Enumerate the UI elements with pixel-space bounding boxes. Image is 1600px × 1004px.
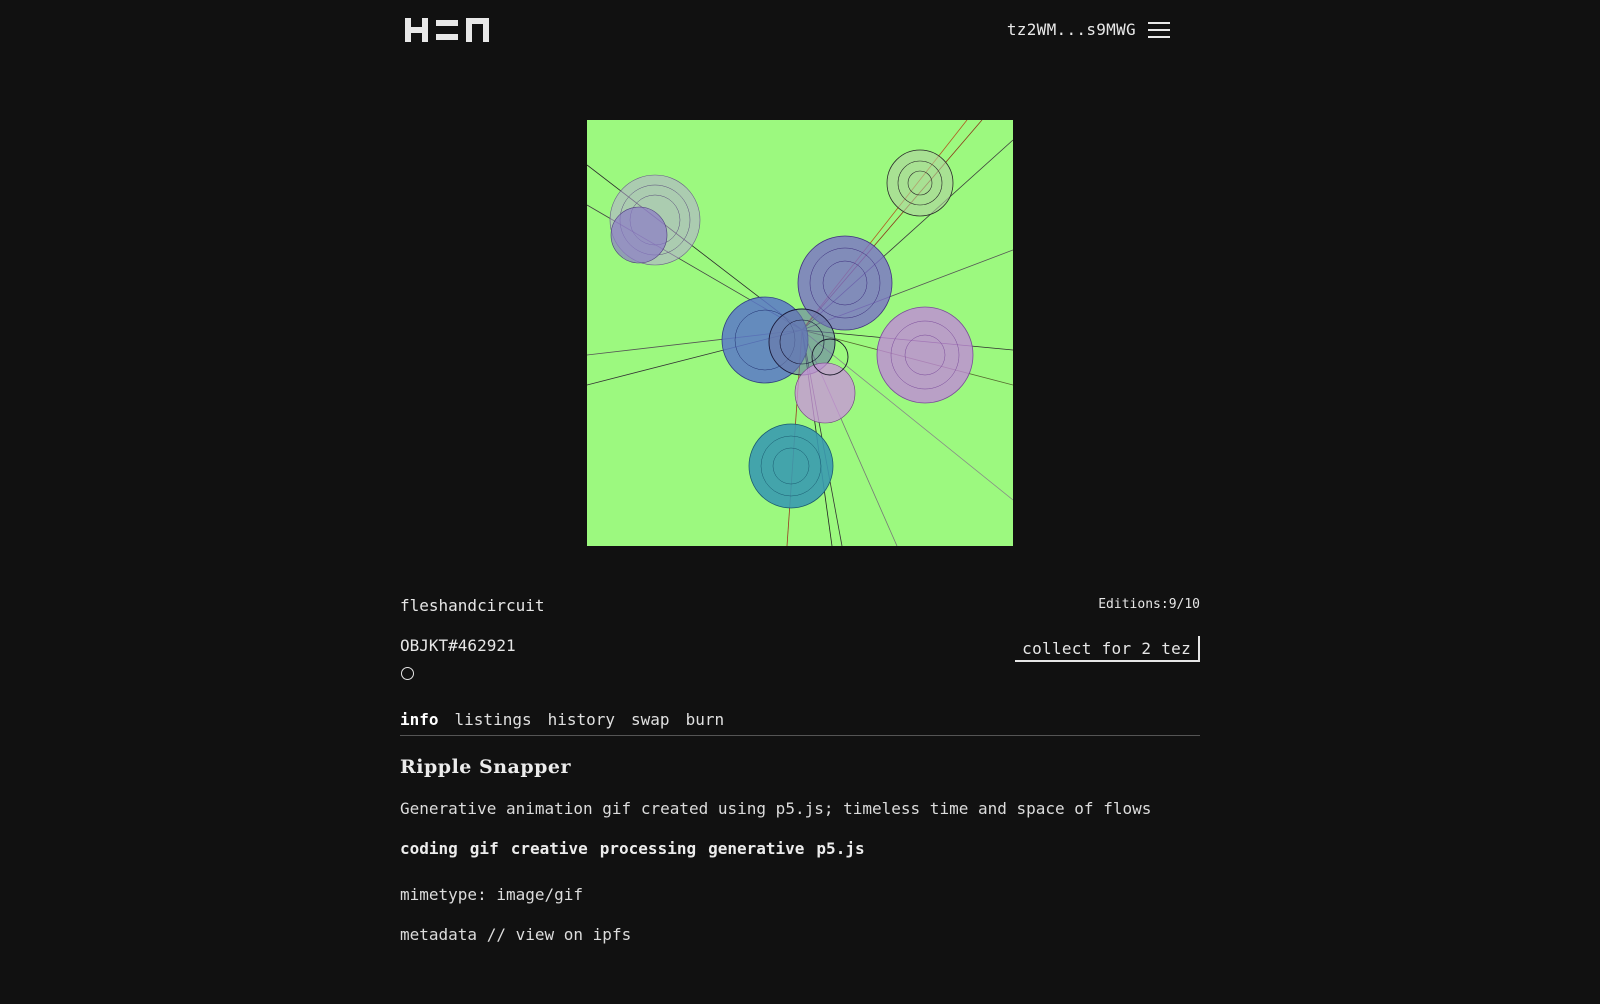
artwork-description: Generative animation gif created using p… [400,799,1152,818]
collect-button[interactable]: collect for 2 tez [1015,636,1200,662]
tag-list: coding gif creative processing generativ… [400,839,865,858]
editions-value: 9/10 [1168,597,1200,612]
metadata-link[interactable]: metadata [400,925,477,944]
tab-swap[interactable]: swap [631,710,670,735]
mimetype-info: mimetype: image/gif [400,885,583,904]
ipfs-link[interactable]: view on ipfs [516,925,632,944]
editions-count: Editions:9/10 [1098,597,1200,612]
hen-logo-icon[interactable] [405,18,489,42]
tab-listings[interactable]: listings [455,710,532,735]
page-container: tz2WM...s9MWG fleshandcircuit Editions:9… [400,0,1200,1004]
link-separator: // [486,925,506,944]
creator-name[interactable]: fleshandcircuit [400,596,545,615]
tab-history[interactable]: history [548,710,615,735]
artwork-image[interactable] [587,120,1013,546]
tag-item[interactable]: processing [600,839,696,858]
circle-icon[interactable] [401,667,414,680]
tab-bar: info listings history swap burn [400,710,1200,736]
tag-item[interactable]: coding [400,839,458,858]
mimetype-label: mimetype: [400,885,487,904]
artwork-graphic [587,120,1013,546]
hamburger-menu-icon[interactable] [1148,20,1170,40]
metadata-links: metadata // view on ipfs [400,925,631,944]
tag-item[interactable]: p5.js [816,839,864,858]
artwork-title: Ripple Snapper [400,756,572,778]
tag-item[interactable]: gif [470,839,499,858]
tab-info[interactable]: info [400,710,439,735]
wallet-address[interactable]: tz2WM...s9MWG [1007,20,1136,39]
tab-burn[interactable]: burn [686,710,725,735]
editions-label: Editions: [1098,597,1169,612]
tag-item[interactable]: creative [511,839,588,858]
mimetype-value: image/gif [496,885,584,904]
tag-item[interactable]: generative [708,839,804,858]
objkt-id: OBJKT#462921 [400,636,516,655]
